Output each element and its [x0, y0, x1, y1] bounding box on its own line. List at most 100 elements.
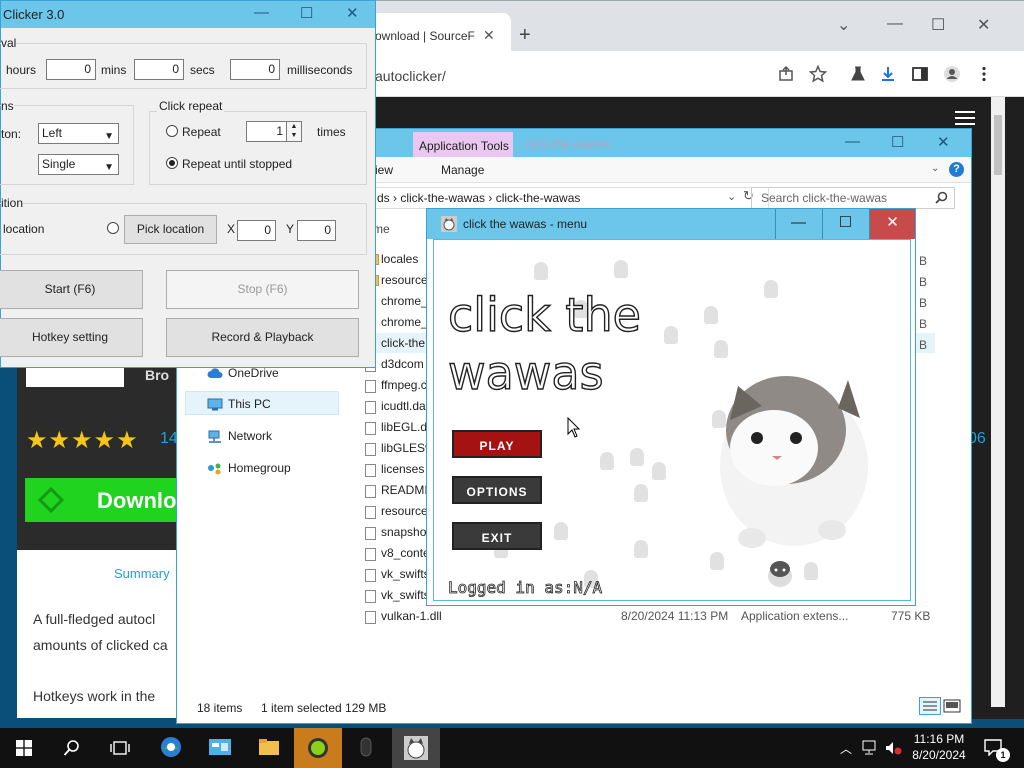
milliseconds-label: milliseconds [287, 63, 353, 77]
download-icon[interactable] [879, 65, 897, 83]
help-icon[interactable]: ? [949, 162, 964, 177]
mouse-button-label: ton: [1, 127, 22, 141]
file-list-item[interactable]: click-the [381, 336, 425, 350]
mins-input[interactable]: 0 [134, 59, 184, 80]
file-list-item[interactable]: resource [381, 273, 428, 287]
browser-taskbar-icon[interactable] [160, 736, 182, 758]
mouse-icon[interactable] [360, 737, 372, 757]
file-list-item[interactable]: locales [381, 252, 418, 266]
cat-sprite[interactable] [712, 358, 876, 554]
windows-start-icon[interactable] [16, 740, 32, 756]
game-canvas[interactable]: click the wawas PLAY OPTIONS EXIT Logged… [433, 239, 911, 601]
hours-input[interactable]: 0 [46, 59, 96, 80]
y-input[interactable]: 0 [297, 220, 336, 241]
repeat-count-stepper[interactable]: ▲ ▼ [286, 121, 302, 142]
file-list-item[interactable]: vk_swifts [381, 567, 430, 581]
file-list-item[interactable]: chrome_ [381, 294, 428, 308]
auto-clicker-icon [308, 738, 328, 758]
ribbon-tab-manage[interactable]: Manage [441, 163, 484, 177]
nav-item-this-pc[interactable]: This PC [228, 397, 271, 411]
nav-item-homegroup[interactable]: Homegroup [228, 461, 291, 475]
chevron-up-icon[interactable]: ︿ [840, 740, 852, 757]
search-icon[interactable] [935, 191, 948, 204]
lab-flask-icon[interactable] [849, 65, 867, 83]
click-type-select[interactable]: Single ▼ [38, 154, 119, 175]
file-list-item[interactable]: libGLESv [381, 441, 431, 455]
exit-button[interactable]: EXIT [452, 522, 542, 550]
file-list-item[interactable]: licenses [381, 462, 424, 476]
file-list-item[interactable]: ffmpeg.c [381, 378, 427, 392]
file-list-item[interactable]: chrome_ [381, 315, 428, 329]
file-list-item[interactable]: vulkan-1.dll [381, 609, 442, 623]
small-cat-sprite[interactable] [766, 558, 794, 588]
new-tab-button[interactable]: + [519, 24, 531, 47]
side-panel-icon[interactable] [911, 65, 929, 83]
tab-close-icon[interactable]: ✕ [483, 27, 495, 44]
file-list-item[interactable]: v8_conte [381, 546, 430, 560]
bookmark-star-icon[interactable] [809, 65, 827, 83]
clicker-minimize-button[interactable]: — [254, 4, 269, 21]
pick-location-button[interactable]: Pick location [124, 215, 217, 244]
browser-maximize-button[interactable]: ☐ [931, 15, 945, 35]
more-menu-icon[interactable] [975, 65, 993, 83]
task-view-icon[interactable] [110, 740, 130, 756]
mouse-button-select[interactable]: Left ▼ [38, 123, 119, 144]
page-scrollbar[interactable] [991, 97, 1005, 707]
game-maximize-button[interactable]: ☐ [822, 209, 868, 239]
search-icon[interactable] [63, 739, 81, 757]
hamburger-menu-icon[interactable] [955, 110, 975, 126]
browser-minimize-button[interactable]: — [887, 15, 903, 33]
address-dropdown-icon[interactable]: ⌄ [727, 190, 736, 203]
explorer-maximize-button[interactable]: ☐ [891, 133, 904, 151]
file-size-fragment: B [919, 254, 928, 268]
play-button[interactable]: PLAY [452, 430, 542, 458]
taskbar-clock[interactable]: 11:16 PM 8/20/2024 [906, 731, 972, 763]
summary-tab[interactable]: Summary [114, 566, 170, 581]
record-playback-button[interactable]: Record & Playback [166, 318, 359, 357]
details-view-icon[interactable] [919, 697, 941, 715]
nav-item-network[interactable]: Network [228, 429, 272, 443]
repeat-count-input[interactable]: 1 [246, 121, 288, 142]
stop-button[interactable]: Stop (F6) [166, 270, 359, 309]
profile-avatar-icon[interactable] [943, 65, 961, 83]
background-cat-sprite [534, 262, 548, 280]
address-bar-url[interactable]: autoclicker/ [375, 68, 446, 84]
game-close-button[interactable]: ✕ [869, 209, 915, 239]
file-list-item[interactable]: libEGL.dl [381, 420, 430, 434]
explorer-close-button[interactable]: ✕ [937, 133, 950, 151]
tab-search-icon[interactable]: ⌄ [837, 15, 850, 35]
mins-label: mins [101, 63, 127, 77]
ribbon-tab-view[interactable]: iew [375, 163, 393, 177]
file-list-item[interactable]: READMI [381, 483, 428, 497]
browser-close-button[interactable]: ✕ [977, 15, 990, 35]
share-icon[interactable] [777, 65, 795, 83]
secs-input[interactable]: 0 [230, 59, 280, 80]
pick-location-radio[interactable] [107, 222, 119, 234]
x-input[interactable]: 0 [237, 220, 276, 241]
repeat-radio[interactable] [166, 125, 178, 137]
large-icons-view-icon[interactable] [943, 699, 961, 713]
file-list-item[interactable]: icudtl.da [381, 399, 426, 413]
start-button[interactable]: Start (F6) [0, 270, 143, 309]
explorer-minimize-button[interactable]: — [845, 133, 860, 150]
file-list-item[interactable]: resource [381, 504, 428, 518]
page-scrollbar-thumb[interactable] [994, 115, 1002, 175]
volume-muted-icon[interactable] [884, 740, 902, 756]
clicker-close-button[interactable]: ✕ [346, 4, 359, 22]
clicker-maximize-button[interactable]: ☐ [300, 4, 313, 22]
hotkey-setting-button[interactable]: Hotkey setting [0, 318, 143, 357]
nav-item-onedrive[interactable]: OneDrive [228, 366, 279, 380]
network-icon[interactable] [862, 740, 880, 756]
repeat-until-stopped-radio[interactable] [166, 157, 178, 169]
control-panel-icon[interactable] [208, 737, 232, 757]
breadcrumb-path[interactable]: ds › click-the-wawas › click-the-wawas [377, 191, 580, 205]
repeat-label: Repeat [182, 125, 221, 139]
file-list-item[interactable]: vk_swifts [381, 588, 430, 602]
file-list-item[interactable]: snapsho [381, 525, 426, 539]
ribbon-tab-application-tools[interactable]: Application Tools [419, 139, 509, 153]
file-explorer-icon[interactable] [258, 738, 280, 756]
file-list-item[interactable]: d3dcom [381, 357, 424, 371]
options-button[interactable]: OPTIONS [452, 476, 542, 504]
ribbon-expand-icon[interactable]: ⌄ [931, 163, 939, 174]
game-minimize-button[interactable]: — [775, 209, 821, 239]
